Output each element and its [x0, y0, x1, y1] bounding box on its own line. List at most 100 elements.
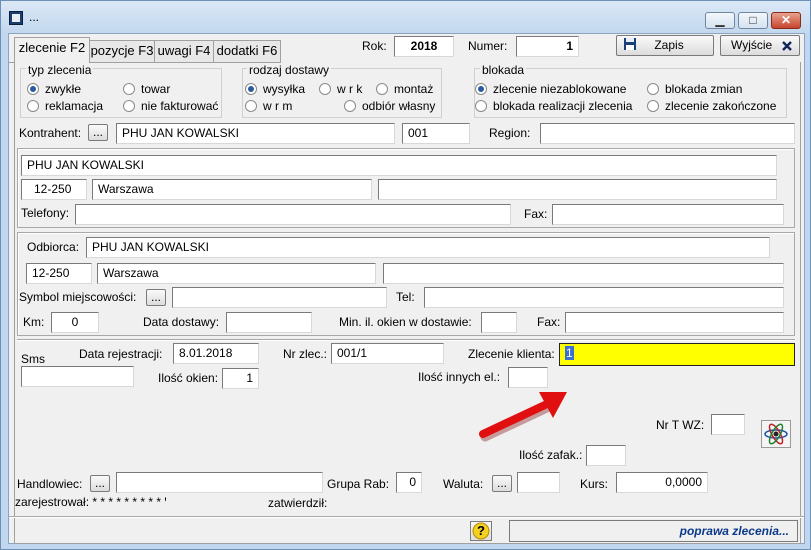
handlowiec-field[interactable]: [116, 472, 323, 493]
km-field[interactable]: 0: [51, 312, 99, 333]
address-city-field[interactable]: Warszawa: [92, 179, 372, 200]
odbiorca-city-field[interactable]: Warszawa: [97, 263, 376, 284]
odbiorca-fax-field[interactable]: [565, 312, 784, 333]
radio-wrm[interactable]: w r m: [245, 99, 292, 114]
minimize-button[interactable]: ▁: [705, 12, 735, 29]
radio-label: nie fakturować: [141, 99, 219, 113]
rok-field[interactable]: 2018: [394, 36, 454, 57]
waluta-field[interactable]: [517, 472, 560, 493]
radio-blokada-zmian[interactable]: blokada zmian: [647, 82, 742, 97]
sms-field[interactable]: [21, 366, 134, 387]
radio-dot: [475, 83, 487, 95]
tab-pozycje[interactable]: pozycje F3: [89, 40, 155, 62]
odbiorca-fax-label: Fax:: [537, 315, 561, 329]
ilosc-okien-field[interactable]: 1: [222, 368, 259, 389]
nr-twz-field[interactable]: [711, 414, 745, 435]
kontrahent-browse-button[interactable]: ...: [88, 124, 108, 141]
radio-montaz[interactable]: montaż: [376, 82, 433, 97]
address-name-field[interactable]: PHU JAN KOWALSKI: [21, 155, 777, 176]
floppy-icon: [624, 38, 636, 50]
numer-field[interactable]: 1: [516, 36, 579, 57]
data-rej-field[interactable]: 8.01.2018: [173, 343, 259, 364]
address-street-field[interactable]: [378, 179, 777, 200]
radio-towar[interactable]: towar: [123, 82, 170, 97]
close-button[interactable]: ✕: [771, 12, 801, 29]
radio-niezablokowane[interactable]: zlecenie niezablokowane: [475, 82, 626, 97]
tel-field[interactable]: [424, 287, 784, 308]
waluta-browse-button[interactable]: ...: [492, 475, 512, 492]
typ-title: typ zlecenia: [26, 63, 94, 77]
numer-label: Numer:: [468, 39, 508, 53]
odbiorca-name-field[interactable]: PHU JAN KOWALSKI: [86, 237, 770, 258]
exit-label: Wyjście: [731, 38, 773, 52]
radio-dot: [27, 100, 39, 112]
radio-label: towar: [141, 82, 171, 96]
radio-dot: [27, 83, 39, 95]
zlecenie-klienta-label: Zlecenie klienta:: [468, 347, 555, 361]
zlecenie-klienta-field[interactable]: 1: [559, 343, 795, 366]
min-okien-field[interactable]: [481, 312, 517, 333]
radio-label: zlecenie niezablokowane: [493, 82, 627, 96]
exit-icon: [782, 41, 792, 51]
data-dostawy-label: Data dostawy:: [143, 315, 220, 329]
radio-wysylka[interactable]: wysyłka: [245, 82, 305, 97]
tab-dodatki[interactable]: dodatki F6: [213, 40, 281, 62]
grupa-rab-field[interactable]: 0: [396, 472, 422, 493]
phone-label: Telefony:: [21, 206, 70, 220]
kontrahent-code-field[interactable]: 001: [402, 123, 470, 144]
help-button[interactable]: ?: [470, 521, 492, 541]
kurs-field[interactable]: 0,0000: [616, 472, 708, 493]
radio-zwykle[interactable]: zwykłe: [27, 82, 81, 97]
fax-field[interactable]: [552, 204, 784, 225]
radio-blokada-realizacji[interactable]: blokada realizacji zlecenia: [475, 99, 632, 114]
status-bar: poprawa zlecenia...: [509, 520, 798, 542]
address-zip-field[interactable]: 12-250: [21, 179, 87, 200]
dostawa-title: rodzaj dostawy: [247, 63, 332, 77]
tel-label: Tel:: [396, 290, 415, 304]
tab-zlecenie[interactable]: zlecenie F2: [14, 37, 90, 63]
radio-label: w r k: [337, 82, 363, 96]
atom-icon[interactable]: [761, 420, 791, 448]
radio-dot: [245, 100, 257, 112]
title-bar: ... ▁ □ ✕: [1, 1, 810, 33]
grupa-rab-label: Grupa Rab:: [327, 477, 390, 491]
radio-dot: [344, 100, 356, 112]
radio-nie-fakturowac[interactable]: nie fakturować: [123, 99, 218, 114]
nr-zlec-field[interactable]: 001/1: [331, 343, 444, 364]
nr-zlec-label: Nr zlec.:: [283, 347, 328, 361]
kurs-label: Kurs:: [580, 477, 609, 491]
exit-button[interactable]: Wyjście: [720, 35, 800, 56]
save-label: Zapis: [654, 38, 684, 52]
region-field[interactable]: [540, 123, 795, 144]
data-dostawy-field[interactable]: [226, 312, 312, 333]
radio-dot: [245, 83, 257, 95]
symbol-browse-button[interactable]: ...: [146, 289, 166, 306]
app-window: ... ▁ □ ✕ zlecenie F2 pozycje F3 uwagi F…: [0, 0, 811, 550]
radio-odbior-wlasny[interactable]: odbiór własny: [344, 99, 435, 114]
zafak-field[interactable]: [586, 445, 626, 466]
save-button[interactable]: Zapis: [616, 35, 714, 56]
odbiorca-street-field[interactable]: [383, 263, 784, 284]
radio-label: blokada zmian: [665, 82, 743, 96]
tab-uwagi[interactable]: uwagi F4: [154, 40, 214, 62]
km-label: Km:: [23, 315, 45, 329]
odbiorca-zip-field[interactable]: 12-250: [26, 263, 92, 284]
radio-zakonczone[interactable]: zlecenie zakończone: [647, 99, 776, 114]
radio-label: reklamacja: [45, 99, 104, 113]
handlowiec-browse-button[interactable]: ...: [90, 475, 110, 492]
kontrahent-label: Kontrahent:: [19, 126, 82, 140]
radio-dot: [123, 100, 135, 112]
radio-dot: [376, 83, 388, 95]
zarejestrowal-text: zarejestrował: * * * * * * * * * ꞌ: [15, 495, 167, 509]
rok-label: Rok:: [362, 39, 387, 53]
radio-wrk[interactable]: w r k: [319, 82, 362, 97]
sms-label: Sms: [21, 352, 45, 366]
radio-reklamacja[interactable]: reklamacja: [27, 99, 103, 114]
radio-label: zwykłe: [45, 82, 82, 96]
radio-label: w r m: [263, 99, 293, 113]
maximize-button[interactable]: □: [738, 12, 768, 29]
radio-label: odbiór własny: [362, 99, 436, 113]
phone-field[interactable]: [75, 204, 511, 225]
kontrahent-name-field[interactable]: PHU JAN KOWALSKI: [116, 123, 395, 144]
symbol-field[interactable]: [172, 287, 387, 308]
